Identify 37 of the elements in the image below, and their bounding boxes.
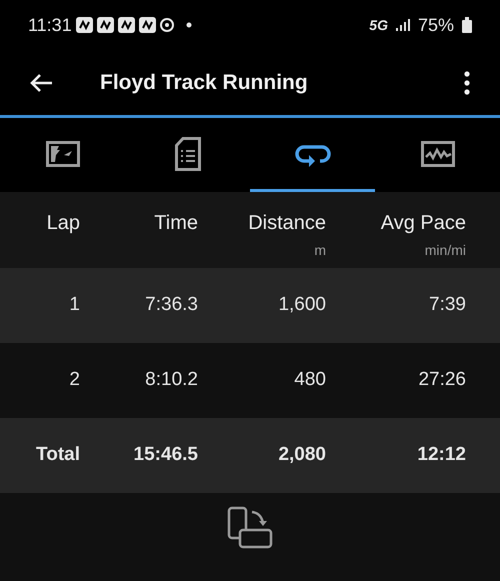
app-notification-icon (76, 17, 93, 33)
signal-icon (396, 18, 410, 32)
document-icon (174, 136, 200, 170)
column-header: Distance (248, 211, 326, 236)
dot-icon (186, 22, 192, 28)
table-cell: 2,080 (278, 444, 326, 466)
column-header: Time (154, 211, 198, 236)
table-cell: 2 (69, 369, 80, 390)
column-unit: min/mi (424, 241, 466, 260)
app-notification-icon (96, 17, 114, 33)
more-icon (464, 70, 470, 94)
table-cell: 8:10.2 (145, 369, 198, 390)
table-cell: 480 (294, 369, 326, 390)
app-notification-icon (138, 17, 156, 33)
column-unit: m (314, 241, 326, 260)
battery-level: 75% (418, 14, 454, 36)
table-cell: 7:39 (429, 294, 466, 316)
target-icon (160, 18, 174, 32)
battery-icon (462, 17, 472, 33)
rotate-screen-button[interactable] (226, 505, 274, 551)
table-cell: 7:36.3 (145, 294, 198, 316)
back-arrow-icon (29, 72, 53, 92)
chart-icon (420, 140, 454, 166)
rotate-device-icon (227, 506, 273, 550)
table-cell: 15:46.5 (134, 444, 198, 466)
table-cell: 12:12 (417, 444, 466, 466)
screen-title: Floyd Track Running (100, 70, 309, 96)
table-cell: 1,600 (278, 294, 326, 316)
table-cell: 1 (69, 294, 80, 316)
table-cell: 27:26 (418, 369, 466, 390)
column-header: Lap (46, 211, 80, 236)
network-label: 5G (369, 16, 388, 34)
status-time: 11:31 (28, 14, 72, 36)
app-notification-icon (118, 17, 135, 33)
column-header: Avg Pace (380, 211, 466, 236)
more-options-button[interactable] (462, 70, 472, 96)
table-cell: Total (36, 444, 80, 466)
